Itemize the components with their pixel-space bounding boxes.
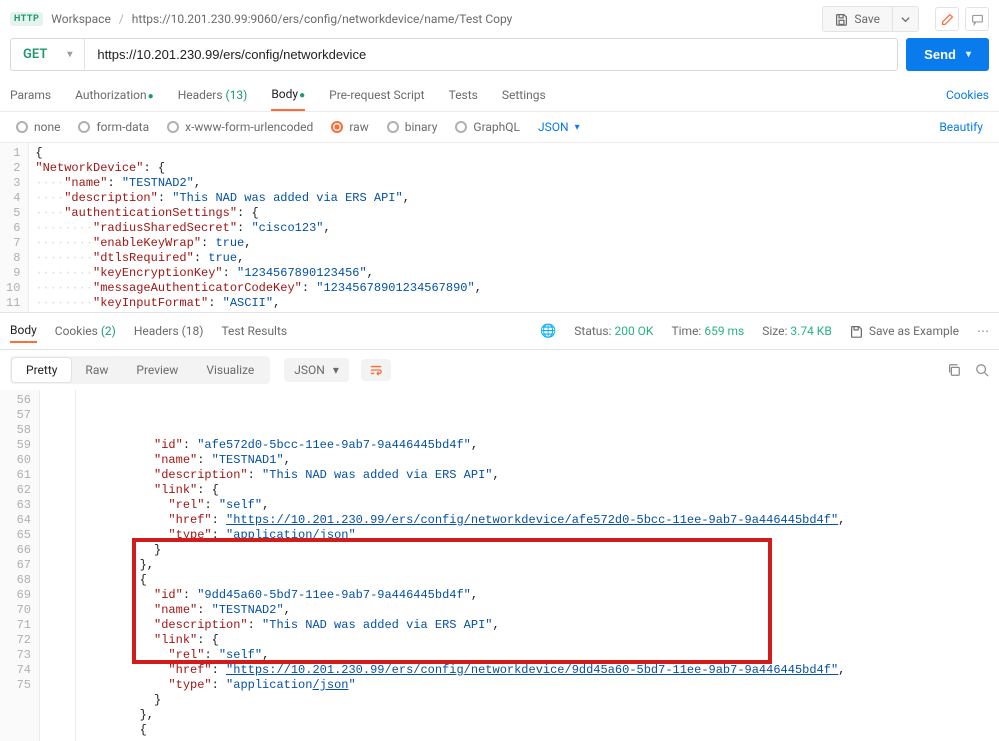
dot-indicator: ● bbox=[299, 90, 305, 101]
view-visualize[interactable]: Visualize bbox=[192, 358, 268, 382]
code-area[interactable]: "id": "afe572d0-5bcc-11ee-9ab7-9a446445b… bbox=[76, 390, 999, 741]
edit-button[interactable] bbox=[935, 7, 959, 31]
view-preview[interactable]: Preview bbox=[122, 358, 192, 382]
request-row: GET ▾ Send ▾ bbox=[0, 38, 999, 79]
dot-indicator: ● bbox=[148, 91, 154, 102]
view-mode-group: Pretty Raw Preview Visualize bbox=[10, 356, 270, 384]
save-icon bbox=[835, 13, 848, 26]
save-button-group: Save bbox=[822, 6, 919, 32]
comment-icon bbox=[971, 13, 984, 26]
method-select[interactable]: GET ▾ bbox=[11, 39, 85, 70]
body-type-row: none form-data x-www-form-urlencoded raw… bbox=[0, 112, 999, 142]
breadcrumb-title: https://10.201.230.99:9060/ers/config/ne… bbox=[132, 12, 513, 26]
request-body-editor[interactable]: 1234567891011 {"NetworkDevice": {····"na… bbox=[0, 142, 999, 312]
response-body-editor[interactable]: 5657585960616263646566676869707172737475… bbox=[0, 390, 999, 741]
wrap-lines-button[interactable] bbox=[361, 359, 391, 381]
body-lang-select[interactable]: JSON ▾ bbox=[538, 120, 580, 134]
save-more-button[interactable] bbox=[893, 10, 918, 29]
network-icon[interactable]: 🌐 bbox=[540, 324, 556, 339]
body-type-x-www[interactable]: x-www-form-urlencoded bbox=[167, 120, 313, 134]
url-input[interactable] bbox=[85, 39, 897, 70]
resp-tab-body[interactable]: Body bbox=[10, 319, 37, 343]
body-type-graphql[interactable]: GraphQL bbox=[455, 120, 520, 134]
chevron-down-icon: ▾ bbox=[575, 122, 580, 133]
resp-tab-headers[interactable]: Headers (18) bbox=[134, 320, 204, 342]
comment-button[interactable] bbox=[965, 7, 989, 31]
time-label: Time: 659 ms bbox=[671, 324, 744, 338]
search-icon bbox=[975, 363, 989, 377]
tab-body[interactable]: Body● bbox=[271, 79, 305, 111]
resp-tab-tests[interactable]: Test Results bbox=[221, 320, 287, 342]
breadcrumb-sep: / bbox=[119, 12, 124, 26]
http-badge: HTTP bbox=[10, 12, 43, 26]
pencil-icon bbox=[941, 13, 954, 26]
top-action-icons bbox=[935, 7, 989, 31]
save-icon bbox=[850, 325, 863, 338]
response-action-icons bbox=[947, 363, 989, 377]
tab-prerequest[interactable]: Pre-request Script bbox=[329, 80, 424, 110]
view-pretty[interactable]: Pretty bbox=[12, 358, 71, 382]
body-type-none[interactable]: none bbox=[16, 120, 60, 134]
response-bar: Body Cookies (2) Headers (18) Test Resul… bbox=[0, 312, 999, 350]
copy-button[interactable] bbox=[947, 363, 961, 377]
wrap-icon bbox=[369, 364, 383, 376]
tab-tests[interactable]: Tests bbox=[449, 80, 478, 110]
resp-tab-cookies[interactable]: Cookies (2) bbox=[55, 320, 116, 342]
tab-settings[interactable]: Settings bbox=[502, 80, 546, 110]
status-label: Status: 200 OK bbox=[574, 324, 653, 338]
chevron-down-icon: ▾ bbox=[966, 49, 971, 60]
body-type-form-data[interactable]: form-data bbox=[78, 120, 149, 134]
body-type-raw[interactable]: raw bbox=[331, 120, 368, 134]
search-button[interactable] bbox=[975, 363, 989, 377]
save-as-example-button[interactable]: Save as Example bbox=[850, 324, 959, 338]
chevron-down-icon bbox=[901, 15, 910, 24]
line-gutter: 5657585960616263646566676869707172737475 bbox=[0, 390, 40, 741]
body-type-binary[interactable]: binary bbox=[387, 120, 438, 134]
tab-authorization[interactable]: Authorization● bbox=[75, 80, 154, 110]
response-lang-select[interactable]: JSON ▾ bbox=[284, 358, 349, 382]
chevron-down-icon: ▾ bbox=[333, 363, 339, 377]
size-label: Size: 3.74 KB bbox=[762, 324, 832, 338]
view-raw[interactable]: Raw bbox=[71, 358, 122, 382]
cookies-link[interactable]: Cookies bbox=[946, 88, 989, 102]
tab-headers[interactable]: Headers (13) bbox=[178, 80, 248, 110]
line-gutter: 1234567891011 bbox=[0, 143, 29, 312]
breadcrumb-workspace[interactable]: Workspace bbox=[51, 12, 111, 26]
save-button[interactable]: Save bbox=[823, 7, 893, 31]
save-label: Save bbox=[854, 12, 880, 26]
more-icon[interactable]: ⋯ bbox=[977, 324, 989, 338]
send-label: Send bbox=[924, 47, 956, 62]
top-bar: HTTP Workspace / https://10.201.230.99:9… bbox=[0, 0, 999, 38]
method-value: GET bbox=[23, 47, 47, 62]
response-view-row: Pretty Raw Preview Visualize JSON ▾ bbox=[0, 350, 999, 390]
copy-icon bbox=[947, 363, 961, 377]
request-box: GET ▾ bbox=[10, 38, 898, 71]
fold-column[interactable] bbox=[40, 390, 76, 741]
chevron-down-icon: ▾ bbox=[67, 49, 72, 60]
request-tabs: Params Authorization● Headers (13) Body●… bbox=[0, 79, 999, 112]
beautify-button[interactable]: Beautify bbox=[939, 120, 983, 134]
tab-params[interactable]: Params bbox=[10, 80, 51, 110]
send-button[interactable]: Send ▾ bbox=[906, 38, 989, 71]
code-area[interactable]: {"NetworkDevice": {····"name": "TESTNAD2… bbox=[29, 143, 488, 312]
